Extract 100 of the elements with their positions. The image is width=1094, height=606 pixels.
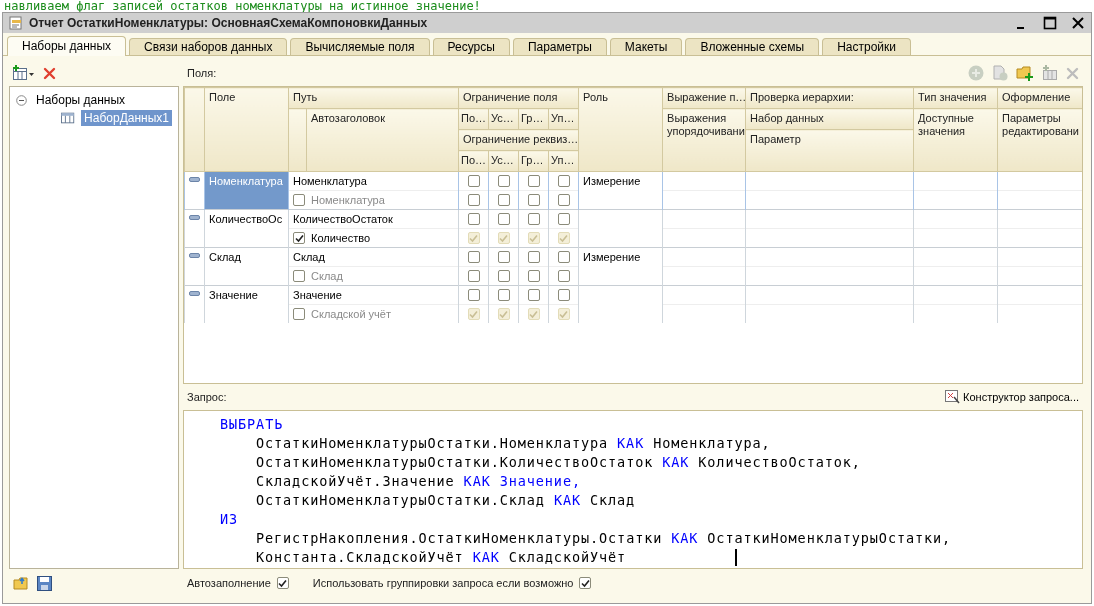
option-label: Автозаполнение [187,577,271,589]
minus-icon[interactable] [189,291,200,296]
option-label: Использовать группировки запроса если возможно [312,577,574,589]
checkbox[interactable] [527,289,540,301]
table-cell: Количество [311,232,371,244]
caption-text: навливаем флаг записей остатков номенклатуры на истинное значение! [3,0,482,12]
code-text: Значение, [499,472,581,491]
column-header: Оформление [1002,91,1071,103]
code-text: ОстаткиНоменклатурыОстатки.КоличествоОстаток [256,453,654,472]
checkbox[interactable] [557,251,570,263]
checkbox[interactable] [497,251,510,263]
checkbox[interactable] [497,194,510,206]
query-constructor-link[interactable]: Конструктор запроса... [945,390,1079,404]
checkbox[interactable] [527,175,540,187]
checkbox[interactable] [293,194,305,206]
code-text: Константа.СкладскойУчёт [256,548,464,567]
column-header: Уп… [551,112,575,124]
table-icon [61,111,76,125]
code-text: КАК [671,529,699,548]
table-cell[interactable]: Склад [204,247,289,286]
checkbox[interactable] [467,194,480,206]
tab[interactable]: Вложенные схемы [685,38,820,55]
code-text: Склад [590,491,636,510]
tab[interactable]: Макеты [609,38,683,55]
column-header: Тип значения [918,91,987,103]
tab[interactable]: Настройки [822,38,911,55]
table-cell[interactable]: КоличествоОс [204,209,289,248]
table-cell: Склад [293,251,325,263]
checkbox[interactable] [527,251,540,263]
document-icon [9,16,23,30]
query-label: Запрос: [187,391,227,403]
table-cell: Складской учёт [311,308,391,320]
checkbox[interactable] [527,194,540,206]
column-header: Доступные значения [918,112,974,137]
code-text: КАК [553,491,581,510]
delete-icon[interactable] [43,66,56,80]
save-icon[interactable] [37,575,52,591]
column-header: Ус… [491,112,514,124]
code-text: КАК [662,453,690,472]
code-text: СкладскойУчёт [508,548,627,567]
minus-icon[interactable] [189,253,200,258]
checkbox[interactable] [497,175,510,187]
column-header: Параметр [750,133,801,145]
column-header: Выражение п… [667,91,745,103]
checkbox[interactable] [293,232,305,244]
column-header: Проверка иерархии: [750,91,854,103]
constructor-icon [945,390,961,404]
code-text: Номенклатура, [653,434,771,453]
checkbox[interactable] [527,270,540,282]
column-header: По… [461,154,487,166]
column-header: Уп… [551,154,575,166]
code-text: РегистрНакопления.ОстаткиНоменклатуры.Остатки [256,529,663,548]
tab[interactable]: Вычисляемые поля [290,38,430,55]
checkbox[interactable] [276,577,289,589]
window-title: Отчет ОстаткиНоменклатуры: ОсновнаяСхемаКомпоновкиДанных [29,16,429,30]
checkbox[interactable] [467,270,480,282]
checkbox[interactable] [293,308,305,320]
code-text: СкладскойУчёт.Значение [256,472,455,491]
query-editor[interactable] [183,410,1083,569]
column-header: Гр… [521,154,544,166]
table-cell-text: Измерение [583,250,641,263]
checkbox[interactable] [497,270,510,282]
column-header: Ограничение реквиз… [463,133,578,145]
checkbox[interactable] [557,213,570,225]
checkbox[interactable] [497,213,510,225]
tab[interactable]: Параметры [512,38,607,55]
checkbox[interactable] [293,270,305,282]
add-folder-icon[interactable] [1016,65,1033,81]
tab[interactable]: Связи наборов данных [129,38,288,55]
delete-icon[interactable] [1066,66,1079,80]
code-text: ОстаткиНоменклатурыОстатки.Номенклатура [256,434,609,453]
add-table-icon[interactable] [13,65,35,81]
checkbox[interactable] [527,213,540,225]
checkbox[interactable] [467,213,480,225]
checkbox[interactable] [557,270,570,282]
checkbox[interactable] [557,289,570,301]
table-cell: Склад [311,270,343,282]
collapse-icon[interactable] [16,94,27,106]
checkbox[interactable] [467,175,480,187]
checkbox[interactable] [497,289,510,301]
folder-icon[interactable] [13,575,29,591]
minus-icon[interactable] [189,215,200,220]
tab[interactable]: Ресурсы [432,38,510,55]
code-text: КАК [472,548,500,567]
column-header: Автозаголовок [311,112,385,124]
close-icon[interactable] [1071,16,1085,30]
code-text: КоличествоОстаток, [698,453,861,472]
tab[interactable]: Наборы данных [7,36,127,56]
add-column-icon[interactable] [1041,65,1058,81]
checkbox[interactable] [467,289,480,301]
maximize-icon[interactable] [1043,16,1057,30]
checkbox[interactable] [467,251,480,263]
checkbox[interactable] [557,194,570,206]
code-text: КАК [463,472,491,491]
checkbox[interactable] [579,577,592,589]
checkbox[interactable] [557,175,570,187]
tree-item[interactable]: Наборы данных [33,92,129,108]
minus-icon[interactable] [189,177,200,182]
table-cell: Значение [293,289,342,301]
table-cell[interactable]: Значение [204,285,289,323]
